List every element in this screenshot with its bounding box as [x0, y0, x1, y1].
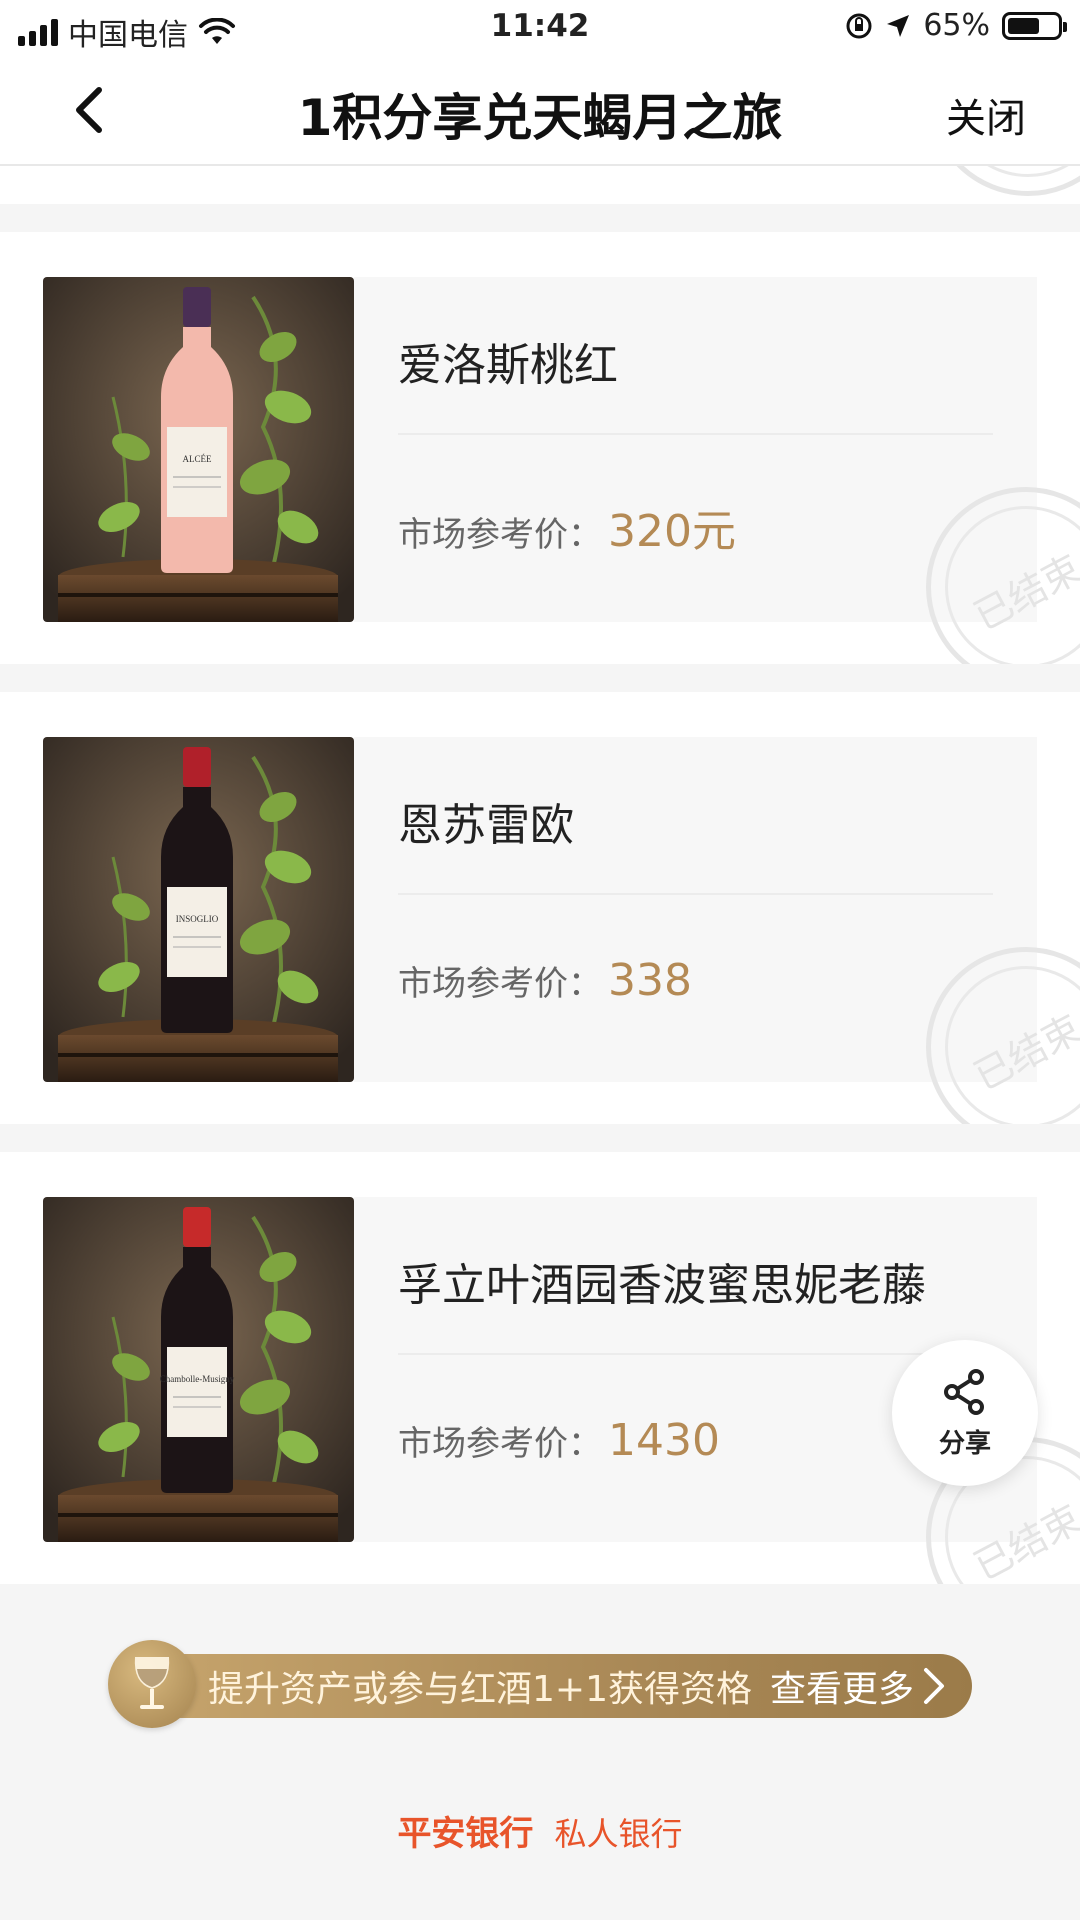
- ended-stamp-text: 已结束: [966, 546, 1080, 639]
- page-title: 1积分享兑天蝎月之旅: [297, 89, 783, 147]
- price-label: 市场参考价：: [398, 964, 602, 1004]
- qualification-banner[interactable]: 提升资产或参与红酒1+1获得资格 查看更多: [108, 1640, 972, 1732]
- price-value: 1430: [608, 1415, 720, 1466]
- battery-percent: 65%: [923, 8, 990, 43]
- product-name: 恩苏雷欧: [398, 800, 574, 851]
- close-button[interactable]: 关闭: [946, 86, 1026, 144]
- view-more-link[interactable]: 查看更多: [770, 1660, 914, 1712]
- product-name: 爱洛斯桃红: [398, 340, 618, 391]
- product-image: ALCÉE: [43, 277, 354, 622]
- product-image: Chambolle-Musigny: [43, 1197, 354, 1542]
- product-image: INSOGLIO: [43, 737, 354, 1082]
- ended-stamp-text: 已结束: [966, 1496, 1080, 1584]
- footer-brand: 平安银行 私人银行: [0, 1806, 1080, 1855]
- bank-brand: 平安银行: [397, 1814, 534, 1854]
- ended-stamp-text: 已结束: [966, 1006, 1080, 1099]
- product-card[interactable]: INSOGLIO 恩苏雷欧 市场参考价： 338 已结束: [0, 692, 1080, 1124]
- price-value: 338: [608, 955, 692, 1006]
- battery-fill: [1008, 17, 1040, 34]
- share-button[interactable]: 分享: [892, 1340, 1038, 1486]
- product-card[interactable]: ALCÉE 爱洛斯桃红 市场参考价： 320元 已结束: [0, 232, 1080, 664]
- divider: [398, 433, 993, 435]
- price-label: 市场参考价：: [398, 1424, 602, 1464]
- price-row: 市场参考价： 1430: [398, 1415, 720, 1466]
- price-value: 320元: [608, 506, 736, 557]
- nav-bar: 1积分享兑天蝎月之旅 关闭: [0, 54, 1080, 166]
- svg-text:ALCÉE: ALCÉE: [183, 454, 212, 464]
- price-row: 市场参考价： 320元: [398, 495, 736, 559]
- price-row: 市场参考价： 338: [398, 955, 692, 1006]
- battery-icon: [1002, 11, 1067, 40]
- divider: [398, 1353, 993, 1355]
- svg-text:INSOGLIO: INSOGLIO: [176, 914, 219, 924]
- status-bar: 中国电信 11:42 65%: [0, 0, 1080, 54]
- divider: [398, 893, 993, 895]
- banner-bar: 提升资产或参与红酒1+1获得资格 查看更多: [148, 1654, 972, 1718]
- wine-glass-icon: [108, 1640, 196, 1728]
- share-icon: [944, 1368, 984, 1415]
- status-right: 65%: [845, 8, 1067, 43]
- location-icon: [887, 14, 910, 37]
- private-banking-label: 私人银行: [554, 1815, 683, 1853]
- price-label: 市场参考价：: [398, 515, 602, 555]
- ended-stamp: [928, 166, 1080, 196]
- previous-card-edge: [0, 166, 1080, 204]
- share-label: 分享: [938, 1428, 991, 1459]
- banner-text: 提升资产或参与红酒1+1获得资格: [208, 1669, 752, 1710]
- chevron-right-icon: [924, 1668, 944, 1704]
- svg-text:Chambolle-Musigny: Chambolle-Musigny: [160, 1374, 235, 1384]
- product-name: 孚立叶酒园香波蜜思妮老藤: [398, 1260, 926, 1311]
- orientation-lock-icon: [846, 13, 872, 38]
